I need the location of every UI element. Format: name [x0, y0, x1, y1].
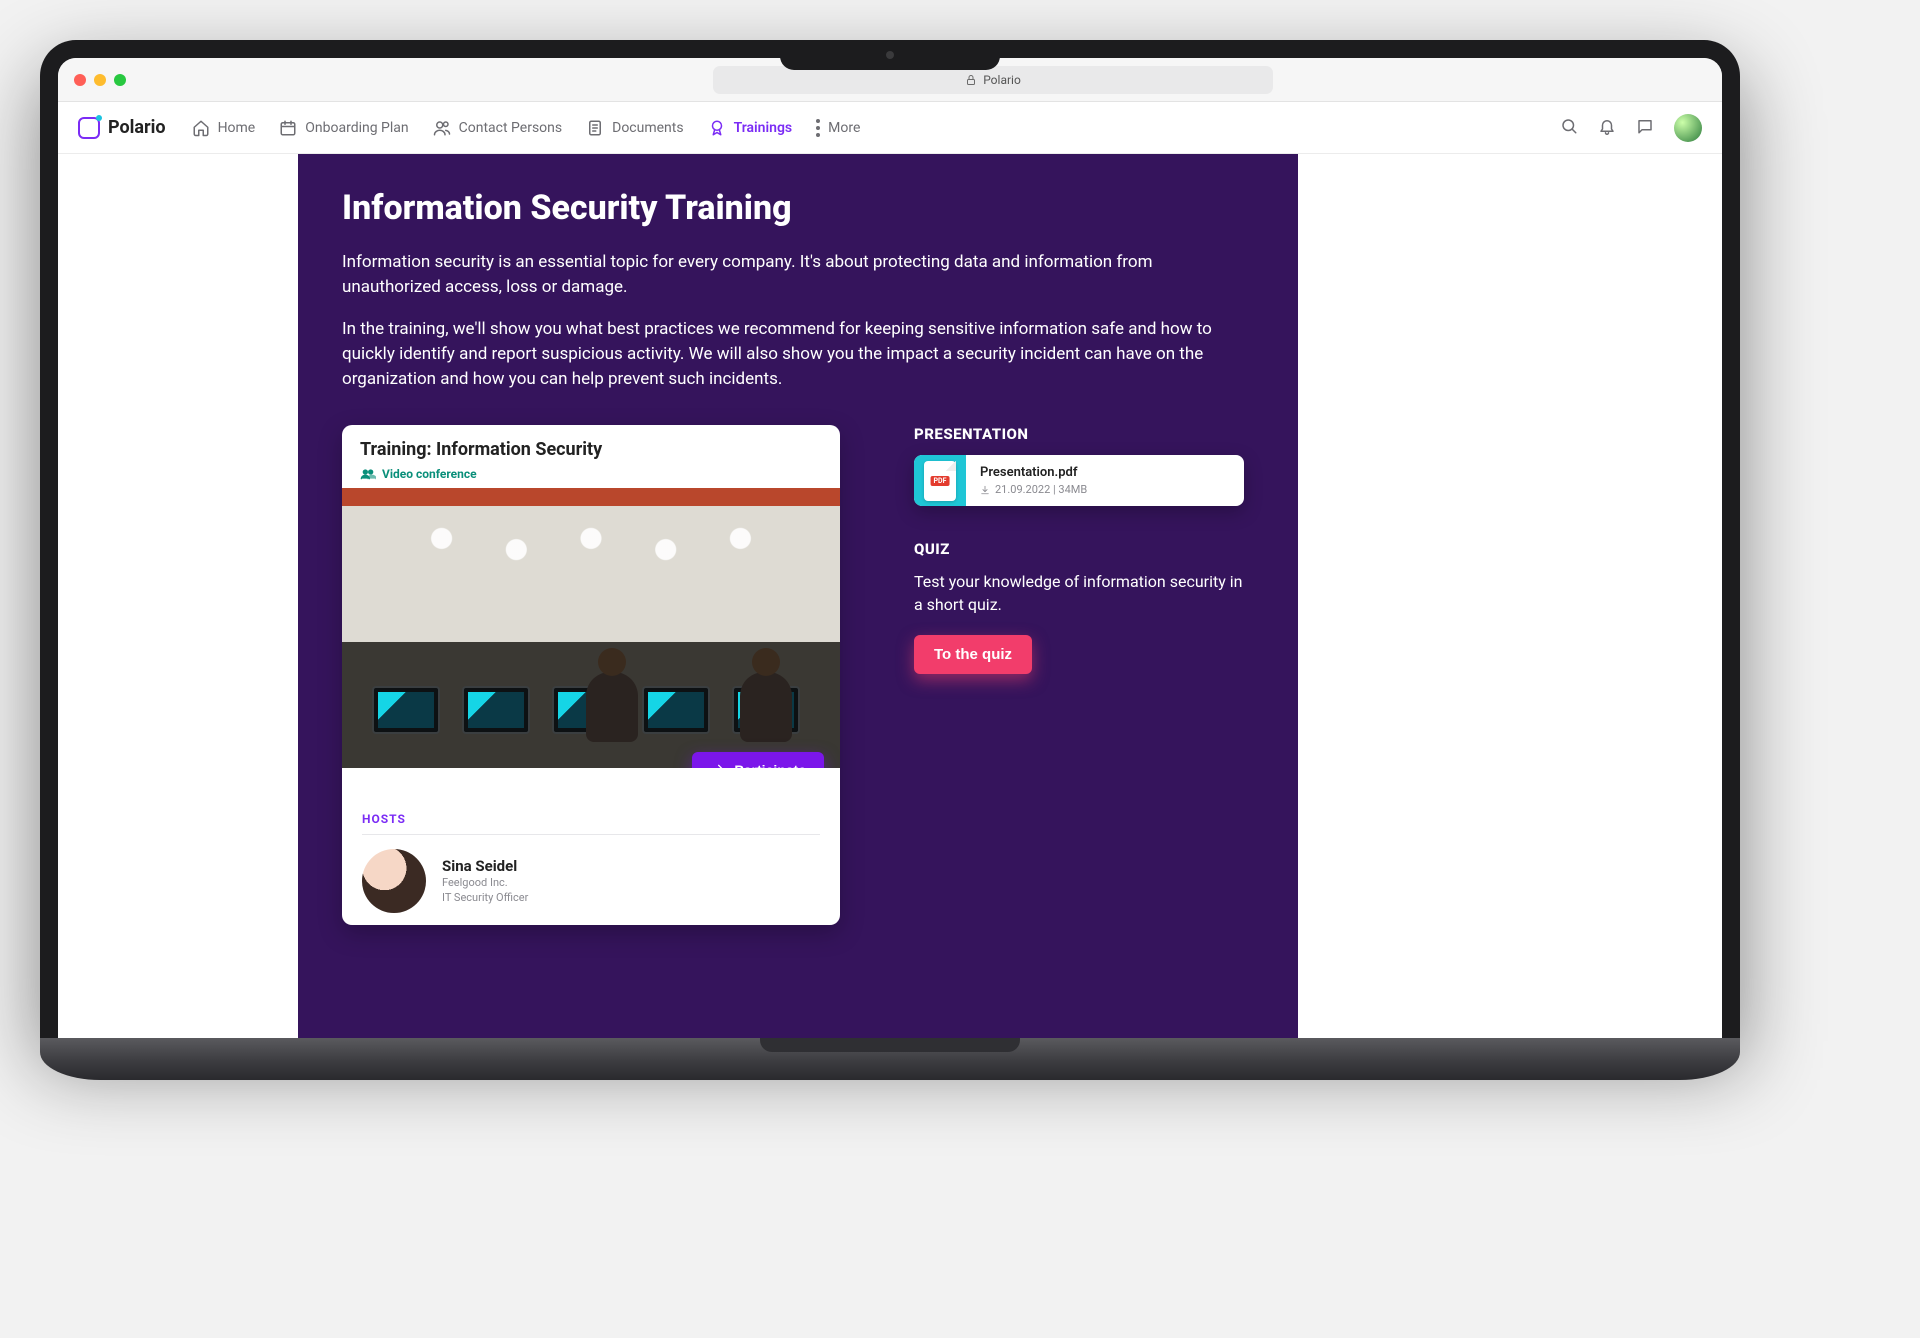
nav-label: Home	[218, 120, 256, 136]
intro-paragraph: In the training, we'll show you what bes…	[342, 317, 1254, 391]
nav-trainings[interactable]: Trainings	[708, 119, 793, 137]
minimize-window-icon[interactable]	[94, 74, 106, 86]
nav-onboarding-plan[interactable]: Onboarding Plan	[279, 119, 408, 137]
event-title: Training: Information Security	[360, 439, 822, 460]
brand-name: Polario	[108, 117, 166, 138]
maximize-window-icon[interactable]	[114, 74, 126, 86]
messages-icon[interactable]	[1636, 117, 1654, 139]
user-avatar[interactable]	[1674, 114, 1702, 142]
badge-label: Video conference	[382, 467, 477, 481]
share-icon[interactable]	[1612, 69, 1634, 91]
left-gutter	[58, 154, 298, 1038]
tabs-icon[interactable]	[1684, 69, 1706, 91]
laptop-mockup: Polario	[40, 40, 1740, 1080]
download-icon	[980, 485, 990, 495]
nav-label: Onboarding Plan	[305, 120, 408, 136]
host-row[interactable]: Sina Seidel Feelgood Inc. IT Security Of…	[362, 849, 820, 913]
nav-label: Contact Persons	[459, 120, 562, 136]
main-nav: Home Onboarding Plan Contact Persons Doc…	[192, 119, 861, 137]
brand-logo-icon	[78, 117, 100, 139]
right-gutter	[1298, 154, 1722, 1038]
nav-home[interactable]: Home	[192, 119, 256, 137]
notifications-icon[interactable]	[1598, 117, 1616, 139]
participate-label: Participate	[734, 762, 806, 768]
nav-more[interactable]: More	[816, 119, 860, 137]
back-icon[interactable]	[178, 69, 200, 91]
quiz-button[interactable]: To the quiz	[914, 635, 1032, 674]
pdf-icon	[924, 461, 956, 501]
quiz-description: Test your knowledge of information secur…	[914, 570, 1254, 616]
shield-icon[interactable]	[675, 69, 697, 91]
nav-label: More	[828, 120, 860, 136]
host-name: Sina Seidel	[442, 857, 528, 875]
reload-icon[interactable]	[1249, 71, 1263, 88]
main-content: Information Security Training Informatio…	[298, 154, 1298, 1038]
nav-contact-persons[interactable]: Contact Persons	[433, 119, 562, 137]
more-icon	[816, 119, 820, 137]
search-icon[interactable]	[1560, 117, 1578, 139]
nav-label: Trainings	[734, 120, 793, 136]
host-company: Feelgood Inc.	[442, 875, 528, 890]
address-bar-text: Polario	[983, 73, 1021, 87]
video-conference-badge: Video conference	[360, 466, 822, 482]
file-name: Presentation.pdf	[980, 465, 1087, 480]
participate-button[interactable]: Participate	[692, 752, 824, 768]
nav-documents[interactable]: Documents	[586, 119, 683, 137]
close-window-icon[interactable]	[74, 74, 86, 86]
sidebar-toggle-icon[interactable]	[146, 69, 168, 91]
app-header: Polario Home Onboarding Plan Contact Per…	[58, 102, 1722, 154]
window-controls[interactable]	[74, 74, 126, 86]
nav-label: Documents	[612, 120, 683, 136]
page-intro: Information security is an essential top…	[342, 250, 1254, 391]
file-meta: 21.09.2022 | 34MB	[995, 483, 1087, 496]
presentation-heading: PRESENTATION	[914, 425, 1254, 443]
new-tab-icon[interactable]	[1648, 69, 1670, 91]
event-cover-image: Participate	[342, 488, 840, 768]
intro-paragraph: Information security is an essential top…	[342, 250, 1254, 299]
forward-icon[interactable]	[210, 69, 232, 91]
presentation-file[interactable]: Presentation.pdf 21.09.2022 | 34MB	[914, 455, 1244, 506]
quiz-heading: QUIZ	[914, 540, 1254, 558]
hosts-heading: HOSTS	[362, 812, 820, 835]
training-event-card: Training: Information Security Video con…	[342, 425, 840, 925]
page-title: Information Security Training	[342, 188, 1254, 228]
host-avatar	[362, 849, 426, 913]
brand[interactable]: Polario	[78, 117, 166, 139]
host-role: IT Security Officer	[442, 890, 528, 905]
